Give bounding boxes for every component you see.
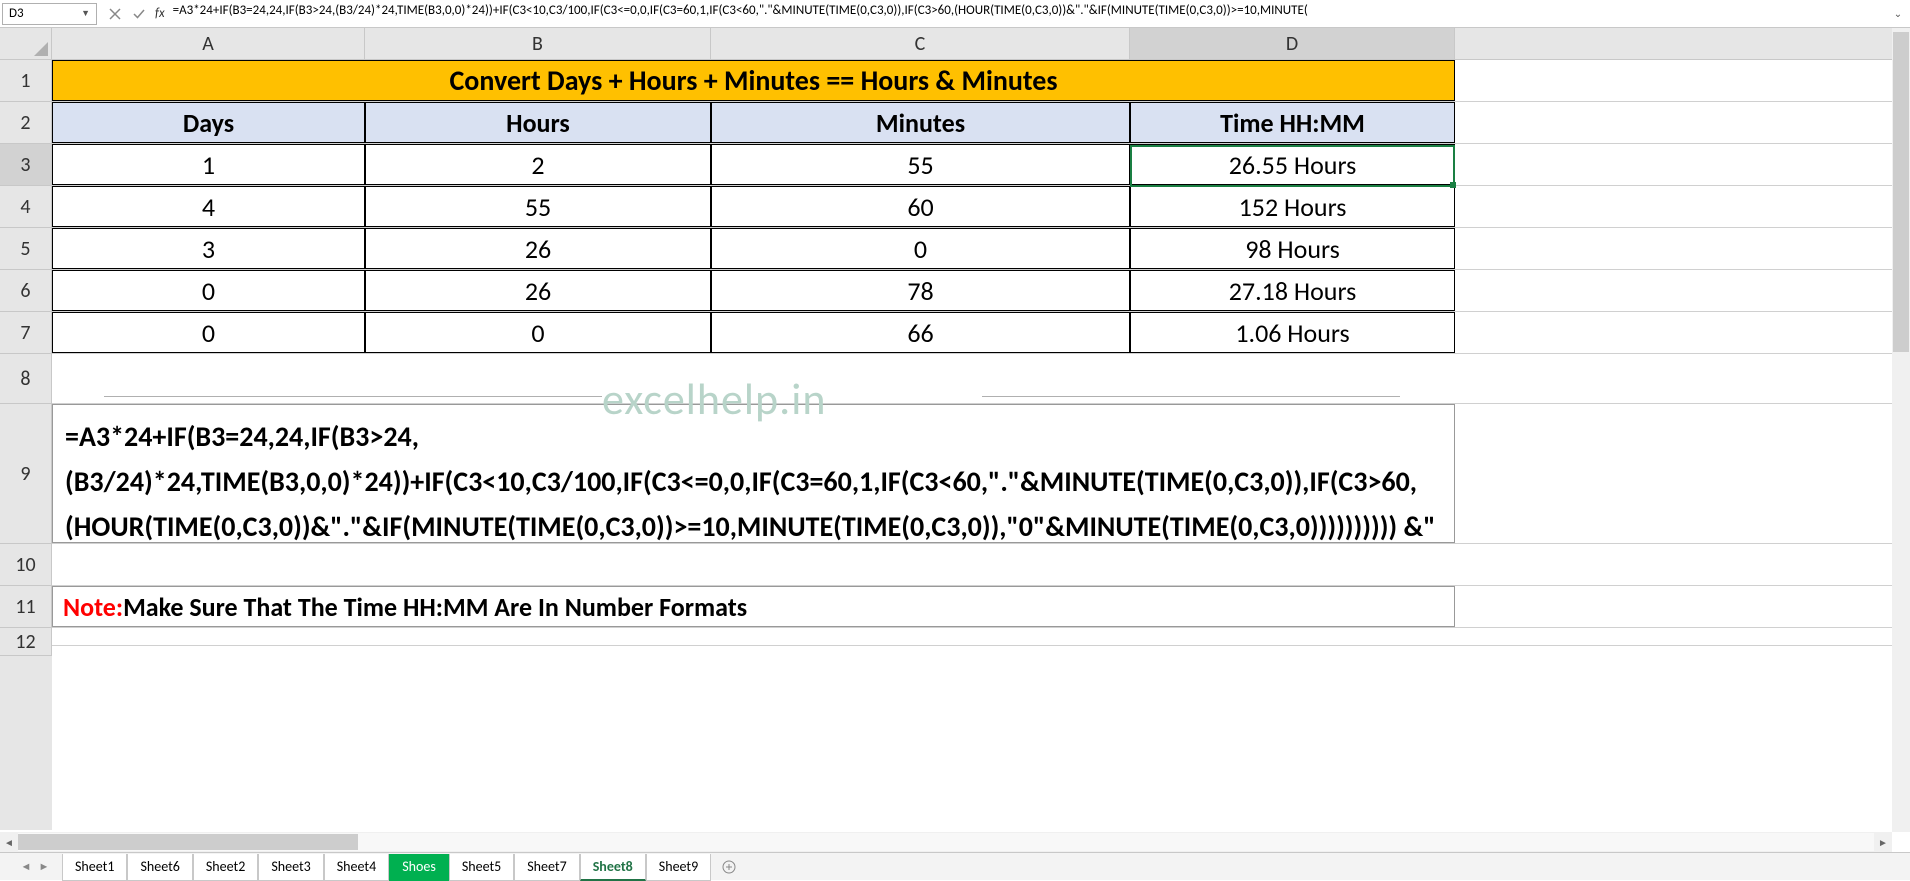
- row-header-3[interactable]: 3: [0, 144, 52, 186]
- tabs-container: Sheet1Sheet6Sheet2Sheet3Sheet4ShoesSheet…: [62, 853, 711, 880]
- plus-circle-icon: [722, 860, 736, 874]
- fx-icon[interactable]: fx: [155, 6, 165, 21]
- sheet-tab-sheet7[interactable]: Sheet7: [514, 854, 579, 881]
- header-days[interactable]: Days: [52, 102, 365, 143]
- tab-nav: ◄ ►: [18, 859, 52, 875]
- divider-right: [982, 396, 1400, 397]
- sheet-tab-sheet1[interactable]: Sheet1: [62, 854, 127, 881]
- row-header-5[interactable]: 5: [0, 228, 52, 270]
- x-icon: [109, 8, 121, 20]
- header-hours[interactable]: Hours: [365, 102, 711, 143]
- scroll-v-thumb[interactable]: [1893, 32, 1909, 352]
- note-text: Make Sure That The Time HH:MM Are In Num…: [123, 591, 747, 623]
- header-minutes[interactable]: Minutes: [711, 102, 1130, 143]
- sheet-tab-shoes[interactable]: Shoes: [389, 854, 449, 881]
- sheet-tab-sheet5[interactable]: Sheet5: [449, 854, 514, 881]
- title-cell[interactable]: Convert Days + Hours + Minutes == Hours …: [52, 60, 1455, 101]
- cell-D6[interactable]: 27.18 Hours: [1130, 270, 1455, 311]
- row-header-6[interactable]: 6: [0, 270, 52, 312]
- cancel-formula-button[interactable]: [103, 3, 127, 25]
- col-header-C[interactable]: C: [711, 28, 1130, 60]
- row-headers: 1 2 3 4 5 6 7 8 9 10 11 12: [0, 60, 52, 830]
- note-label: Note:: [63, 591, 123, 623]
- cell-A7[interactable]: 0: [52, 312, 365, 353]
- sheet-tab-sheet3[interactable]: Sheet3: [258, 854, 323, 881]
- cell-D5[interactable]: 98 Hours: [1130, 228, 1455, 269]
- scroll-h-track[interactable]: [18, 833, 1874, 851]
- formula-bar: D3 ▼ fx =A3*24+IF(B3=24,24,IF(B3>24,(B3/…: [0, 0, 1910, 28]
- scroll-left-button[interactable]: ◄: [0, 833, 18, 851]
- cell-D4[interactable]: 152 Hours: [1130, 186, 1455, 227]
- cell-B7[interactable]: 0: [365, 312, 711, 353]
- cell-C6[interactable]: 78: [711, 270, 1130, 311]
- cell-C5[interactable]: 0: [711, 228, 1130, 269]
- sheet-tab-sheet4[interactable]: Sheet4: [324, 854, 389, 881]
- cell-A6[interactable]: 0: [52, 270, 365, 311]
- row-header-10[interactable]: 10: [0, 544, 52, 586]
- horizontal-scrollbar[interactable]: ◄ ►: [0, 832, 1892, 852]
- name-box[interactable]: D3 ▼: [2, 3, 97, 25]
- tab-prev-button[interactable]: ◄: [18, 859, 34, 875]
- cell-D3[interactable]: 26.55 Hours: [1130, 144, 1455, 185]
- scroll-h-thumb[interactable]: [18, 834, 358, 850]
- spreadsheet-grid: A B C D 1 2 3 4 5 6 7 8 9 10 11 12 Conve…: [0, 28, 1910, 830]
- cell-A5[interactable]: 3: [52, 228, 365, 269]
- column-headers: A B C D: [52, 28, 1910, 60]
- check-icon: [133, 8, 145, 20]
- select-all-corner[interactable]: [0, 28, 52, 60]
- sheet-tab-sheet6[interactable]: Sheet6: [127, 854, 192, 881]
- divider-left: [104, 396, 602, 397]
- row-header-12[interactable]: 12: [0, 628, 52, 656]
- accept-formula-button[interactable]: [127, 3, 151, 25]
- col-header-A[interactable]: A: [52, 28, 365, 60]
- row-header-2[interactable]: 2: [0, 102, 52, 144]
- sheet-tab-sheet8[interactable]: Sheet8: [580, 854, 646, 881]
- cell-B6[interactable]: 26: [365, 270, 711, 311]
- note-cell[interactable]: Note: Make Sure That The Time HH:MM Are …: [52, 586, 1455, 627]
- cell-D7[interactable]: 1.06 Hours: [1130, 312, 1455, 353]
- cells-area: Convert Days + Hours + Minutes == Hours …: [52, 60, 1910, 830]
- scroll-right-button[interactable]: ►: [1874, 833, 1892, 851]
- cell-A3[interactable]: 1: [52, 144, 365, 185]
- cell-B5[interactable]: 26: [365, 228, 711, 269]
- cell-C7[interactable]: 66: [711, 312, 1130, 353]
- row-header-8[interactable]: 8: [0, 354, 52, 404]
- row-header-9[interactable]: 9: [0, 404, 52, 544]
- row-header-1[interactable]: 1: [0, 60, 52, 102]
- add-sheet-button[interactable]: [717, 855, 741, 879]
- sheet-tabs-bar: ◄ ► Sheet1Sheet6Sheet2Sheet3Sheet4ShoesS…: [0, 852, 1910, 880]
- col-header-D[interactable]: D: [1130, 28, 1455, 60]
- tab-next-button[interactable]: ►: [36, 859, 52, 875]
- chevron-down-icon[interactable]: ▼: [81, 8, 90, 19]
- cell-B3[interactable]: 2: [365, 144, 711, 185]
- cell-C3[interactable]: 55: [711, 144, 1130, 185]
- row-header-4[interactable]: 4: [0, 186, 52, 228]
- col-header-B[interactable]: B: [365, 28, 711, 60]
- name-box-value: D3: [9, 6, 24, 21]
- vertical-scrollbar[interactable]: [1892, 28, 1910, 832]
- cell-B4[interactable]: 55: [365, 186, 711, 227]
- formula-display-cell[interactable]: =A3*24+IF(B3=24,24,IF(B3>24,(B3/24)*24,T…: [52, 404, 1455, 543]
- row-header-7[interactable]: 7: [0, 312, 52, 354]
- col-header-rest[interactable]: [1455, 28, 1910, 60]
- expand-formula-button[interactable]: ⌄: [1888, 7, 1908, 20]
- cell-C4[interactable]: 60: [711, 186, 1130, 227]
- row-header-11[interactable]: 11: [0, 586, 52, 628]
- sheet-tab-sheet9[interactable]: Sheet9: [646, 854, 711, 881]
- formula-input[interactable]: =A3*24+IF(B3=24,24,IF(B3>24,(B3/24)*24,T…: [169, 3, 1888, 25]
- cell-A4[interactable]: 4: [52, 186, 365, 227]
- sheet-tab-sheet2[interactable]: Sheet2: [193, 854, 258, 881]
- header-time[interactable]: Time HH:MM: [1130, 102, 1455, 143]
